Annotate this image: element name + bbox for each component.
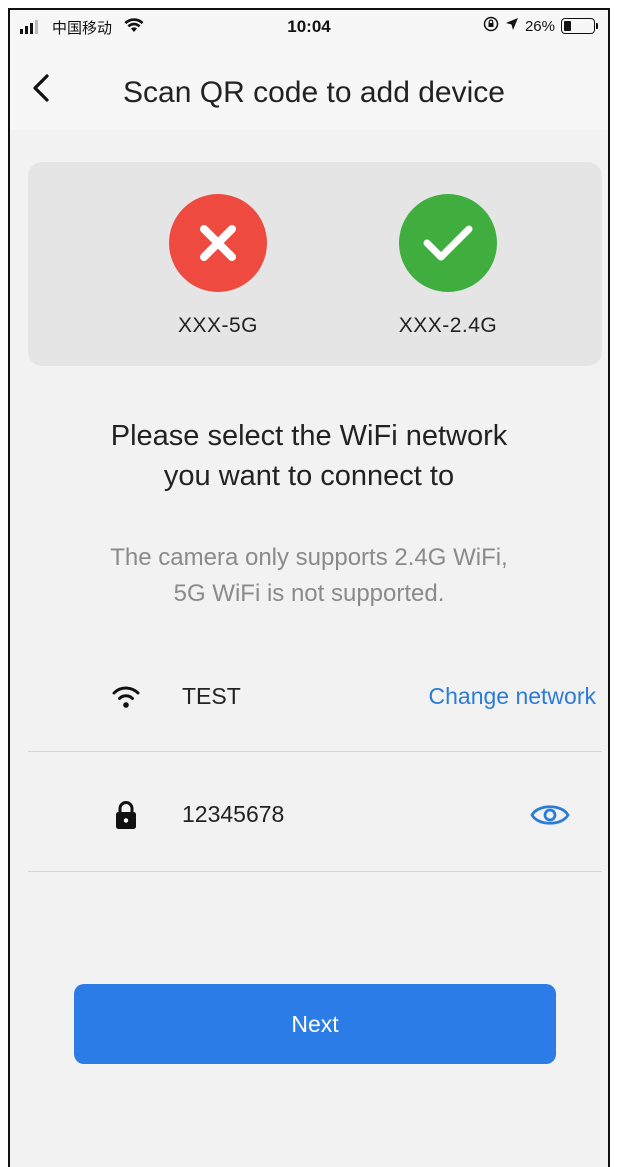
page-title: Scan QR code to add device	[123, 76, 505, 109]
note-line-2: 5G WiFi is not supported.	[173, 580, 445, 607]
password-row: 12345678	[28, 773, 602, 863]
divider	[28, 751, 602, 752]
instruction-headline: Please select the WiFi network you want …	[10, 416, 608, 496]
password-field[interactable]: 12345678	[182, 801, 284, 828]
note-line-1: The camera only supports 2.4G WiFi,	[110, 544, 508, 571]
headline-line-2: you want to connect to	[163, 460, 455, 492]
eye-icon[interactable]	[528, 795, 572, 835]
battery-level	[564, 21, 571, 31]
battery-icon	[561, 18, 595, 34]
lock-icon	[108, 797, 144, 833]
location-arrow-icon	[505, 17, 519, 35]
change-network-link[interactable]: Change network	[429, 683, 597, 710]
wifi-icon	[108, 679, 144, 715]
status-bar: 中国移动 10:04 26%	[10, 10, 608, 44]
battery-percent: 26%	[524, 17, 555, 35]
divider	[28, 871, 602, 872]
network-row: TEST Change network	[28, 655, 602, 745]
support-note: The camera only supports 2.4G WiFi, 5G W…	[10, 540, 608, 612]
battery-tip	[596, 23, 598, 29]
band-2-4g-label: XXX-2.4G	[398, 314, 498, 337]
cross-icon	[169, 194, 267, 292]
wifi-band-card: XXX-5G XXX-2.4G	[28, 162, 602, 366]
phone-screen: 中国移动 10:04 26% Scan QR code to add devic…	[8, 8, 610, 1167]
next-button[interactable]: Next	[74, 984, 556, 1064]
status-right: 26%	[483, 16, 598, 36]
band-2-4g: XXX-2.4G	[358, 194, 538, 338]
band-5g-label: XXX-5G	[177, 314, 259, 337]
orientation-lock-icon	[483, 16, 499, 36]
network-ssid: TEST	[182, 683, 241, 709]
check-icon	[399, 194, 497, 292]
band-5g: XXX-5G	[128, 194, 308, 338]
nav-header: Scan QR code to add device	[10, 46, 608, 130]
headline-line-1: Please select the WiFi network	[110, 420, 508, 452]
